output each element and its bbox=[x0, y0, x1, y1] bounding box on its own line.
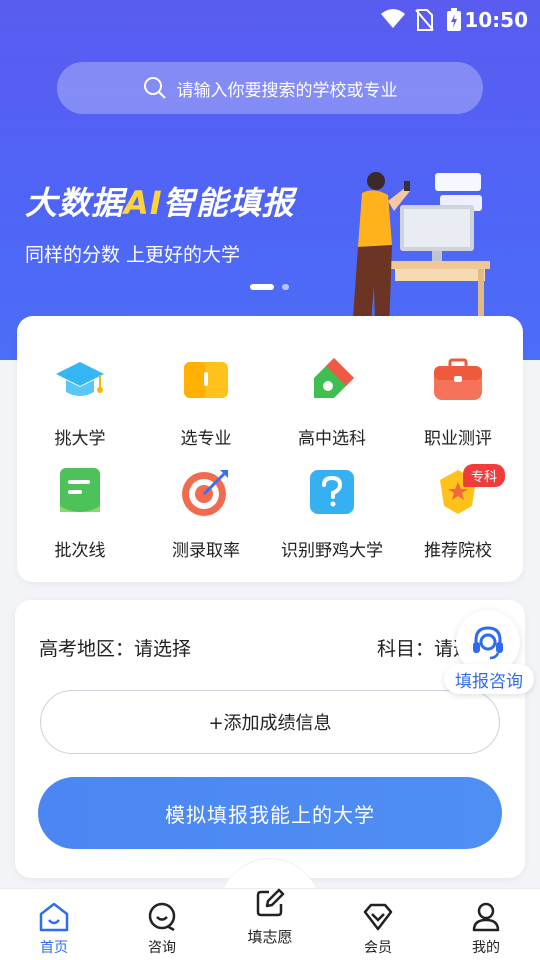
feature-choose-university[interactable]: 挑大学 bbox=[17, 354, 143, 449]
question-icon bbox=[310, 470, 354, 514]
status-bar: 10:50 bbox=[0, 0, 540, 40]
consult-float-button[interactable]: 填报咨询 bbox=[444, 610, 534, 694]
tab-label: 会员 bbox=[364, 940, 392, 956]
edit-icon bbox=[256, 888, 285, 917]
search-placeholder: 请输入你要搜索的学校或专业 bbox=[176, 80, 398, 101]
tab-label: 我的 bbox=[472, 940, 500, 956]
tab-label: 填志愿 bbox=[247, 928, 293, 946]
chat-smile-icon bbox=[148, 902, 176, 932]
tab-fill-volunteer[interactable]: 填志愿 bbox=[230, 886, 310, 947]
consult-label[interactable]: 填报咨询 bbox=[444, 664, 534, 694]
banner-title: 大数据AI智能填报 bbox=[25, 178, 295, 224]
feature-fake-university[interactable]: 识别野鸡大学 bbox=[269, 466, 395, 561]
target-icon bbox=[182, 470, 228, 516]
search-icon bbox=[143, 77, 166, 99]
banner-title-pre: 大数据 bbox=[25, 184, 125, 222]
junior-college-badge: 专科 bbox=[463, 464, 506, 487]
no-sim-icon bbox=[415, 9, 434, 31]
carousel-dot[interactable] bbox=[282, 284, 289, 290]
feature-admission-rate[interactable]: 测录取率 bbox=[143, 466, 269, 561]
add-score-button[interactable]: +添加成绩信息 bbox=[40, 690, 500, 754]
feature-label: 职业测评 bbox=[424, 429, 492, 449]
feature-label: 批次线 bbox=[54, 541, 106, 561]
tab-label: 首页 bbox=[40, 940, 68, 956]
wifi-icon bbox=[381, 9, 405, 28]
battery-icon bbox=[447, 8, 461, 31]
feature-label: 高中选科 bbox=[298, 429, 366, 449]
user-icon bbox=[472, 902, 500, 932]
briefcase-icon bbox=[434, 358, 482, 400]
feature-batch-line[interactable]: 批次线 bbox=[17, 466, 143, 561]
feature-label: 识别野鸡大学 bbox=[281, 541, 383, 561]
feature-label: 选专业 bbox=[180, 429, 232, 449]
home-icon bbox=[39, 902, 69, 932]
headset-icon bbox=[473, 626, 503, 660]
banner-title-ai: AI bbox=[124, 184, 163, 222]
graduation-cap-icon bbox=[56, 362, 104, 396]
feature-career-test[interactable]: 职业测评 bbox=[395, 354, 521, 449]
feature-label: 测录取率 bbox=[172, 541, 240, 561]
banner-subtitle: 同样的分数 上更好的大学 bbox=[25, 244, 241, 266]
simulate-fill-button[interactable]: 模拟填报我能上的大学 bbox=[38, 777, 502, 849]
tab-member[interactable]: 会员 bbox=[338, 901, 418, 957]
diamond-icon bbox=[363, 903, 393, 931]
banner-title-post: 智能填报 bbox=[162, 184, 295, 222]
tab-mine[interactable]: 我的 bbox=[446, 901, 526, 957]
scroll-icon bbox=[60, 468, 100, 512]
tab-label: 咨询 bbox=[148, 940, 176, 956]
region-select[interactable]: 高考地区：请选择 bbox=[39, 634, 191, 661]
feature-subject-selection[interactable]: 高中选科 bbox=[269, 354, 395, 449]
search-bar[interactable]: 请输入你要搜索的学校或专业 bbox=[57, 62, 483, 114]
carousel-dot-active[interactable] bbox=[250, 284, 274, 290]
tab-consult[interactable]: 咨询 bbox=[122, 901, 202, 957]
tab-home[interactable]: 首页 bbox=[14, 901, 94, 957]
pencil-icon bbox=[314, 358, 354, 398]
feature-grid-card: 挑大学 选专业 高中选科 职业测评 批次线 测录取率 识别野鸡大学 推荐院校 专… bbox=[17, 316, 523, 582]
hero-banner: 10:50 请输入你要搜索的学校或专业 大数据AI智能填报 同样的分数 上更好的… bbox=[0, 0, 540, 360]
feature-choose-major[interactable]: 选专业 bbox=[143, 354, 269, 449]
book-icon bbox=[184, 362, 228, 398]
feature-label: 挑大学 bbox=[54, 429, 106, 449]
clock: 10:50 bbox=[464, 8, 528, 32]
feature-label: 推荐院校 bbox=[424, 541, 492, 561]
